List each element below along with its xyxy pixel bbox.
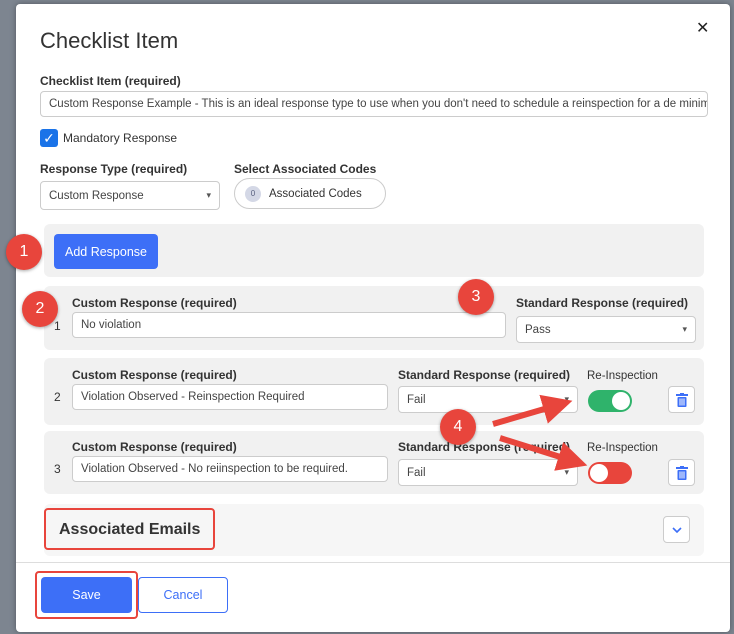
- callout-arrow-to-toggle-on: [492, 394, 573, 427]
- callout-arrow-to-toggle-off: [499, 435, 588, 471]
- callout-marker-4: 4: [440, 409, 476, 445]
- callout-marker-1: 1: [6, 234, 42, 270]
- callout-marker-3: 3: [458, 279, 494, 315]
- callout-marker-2: 2: [22, 291, 58, 327]
- annotation-arrows: [492, 394, 588, 471]
